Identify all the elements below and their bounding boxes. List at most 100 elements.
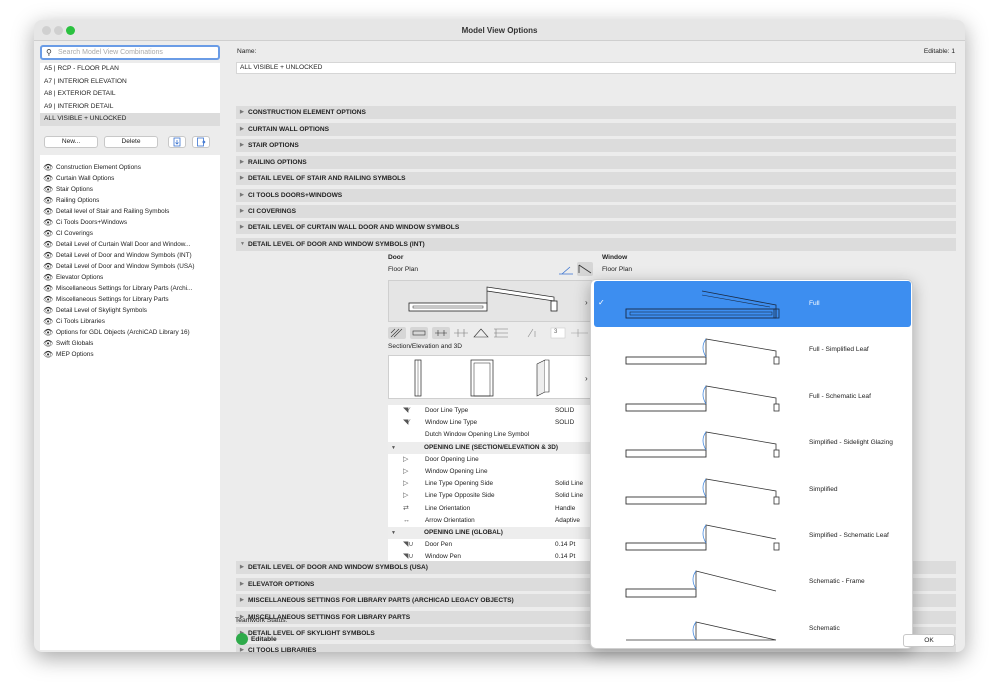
section-header[interactable]: ▶ DETAIL LEVEL OF CURTAIN WALL DOOR AND W…: [236, 221, 956, 234]
section-header[interactable]: ▶ STAIR OPTIONS: [236, 139, 956, 152]
section-header[interactable]: ▶ CONSTRUCTION ELEMENT OPTIONS: [236, 106, 956, 119]
popup-menu-item[interactable]: Simplified - Schematic Leaf: [594, 513, 911, 559]
section-header[interactable]: ▶ CURTAIN WALL OPTIONS: [236, 123, 956, 136]
option-item[interactable]: 👁 Detail Level of Skylight Symbols: [40, 305, 220, 316]
option-item[interactable]: 👁 CI Coverings: [40, 228, 220, 239]
popup-menu-item[interactable]: Schematic: [594, 606, 911, 648]
export-button[interactable]: [192, 136, 210, 148]
name-field[interactable]: ALL VISIBLE + UNLOCKED: [236, 62, 956, 74]
option-item[interactable]: 👁 Miscellaneous Settings for Library Part…: [40, 294, 220, 305]
search-input[interactable]: Search Model View Combinations: [58, 49, 163, 56]
eye-icon[interactable]: 👁: [43, 239, 53, 250]
eye-icon[interactable]: 👁: [43, 283, 53, 294]
popup-menu-item[interactable]: ✓ Full: [594, 281, 911, 327]
new-button[interactable]: New...: [44, 136, 98, 148]
section-header[interactable]: ▶ CI TOOLS DOORS+WINDOWS: [236, 189, 956, 202]
option-item[interactable]: 👁 Railing Options: [40, 195, 220, 206]
property-row[interactable]: ◥∪ Door Pen 0.14 Pt: [388, 539, 592, 551]
property-row[interactable]: Dutch Window Opening Line Symbol: [388, 429, 592, 441]
property-row[interactable]: ▷ Line Type Opening Side Solid Line: [388, 478, 592, 490]
window-title: Model View Options: [461, 26, 538, 35]
eye-icon[interactable]: 👁: [43, 184, 53, 195]
property-value[interactable]: SOLID: [555, 417, 574, 429]
eye-icon[interactable]: 👁: [43, 338, 53, 349]
option-item[interactable]: 👁 Stair Options: [40, 184, 220, 195]
option-item[interactable]: 👁 Detail Level of Door and Window Symbols…: [40, 261, 220, 272]
disclosure-icon: ▶: [240, 175, 244, 181]
door-plan-symbol-icon[interactable]: [558, 264, 574, 278]
combination-item[interactable]: A5 | RCP - FLOOR PLAN: [40, 63, 220, 76]
option-item[interactable]: 👁 Ci Tools Doors+Windows: [40, 217, 220, 228]
popup-menu-item[interactable]: Full - Simplified Leaf: [594, 327, 911, 373]
popup-item-label: Full: [809, 300, 820, 307]
property-row[interactable]: ▷ Window Opening Line: [388, 466, 592, 478]
door-count-field[interactable]: 3: [554, 329, 557, 335]
eye-icon[interactable]: 👁: [43, 228, 53, 239]
combination-item[interactable]: A7 | INTERIOR ELEVATION: [40, 76, 220, 89]
collapse-icon[interactable]: ▼: [391, 527, 396, 539]
eye-icon[interactable]: 👁: [43, 327, 53, 338]
property-row[interactable]: ◥∕ Door Line Type SOLID: [388, 405, 592, 417]
property-row[interactable]: ↔ Arrow Orientation Adaptive: [388, 515, 592, 527]
popup-menu-item[interactable]: Simplified: [594, 467, 911, 513]
eye-icon[interactable]: 👁: [43, 162, 53, 173]
eye-icon[interactable]: 👁: [43, 349, 53, 360]
property-value[interactable]: Solid Line: [555, 478, 583, 490]
property-value[interactable]: Handle: [555, 503, 575, 515]
eye-icon[interactable]: 👁: [43, 206, 53, 217]
option-item[interactable]: 👁 Options for GDL Objects (ArchiCAD Libra…: [40, 327, 220, 338]
eye-icon[interactable]: 👁: [43, 261, 53, 272]
eye-icon[interactable]: 👁: [43, 294, 53, 305]
combination-item-selected[interactable]: ALL VISIBLE + UNLOCKED: [40, 113, 220, 126]
option-item[interactable]: 👁 Detail Level of Door and Window Symbols…: [40, 250, 220, 261]
section-header[interactable]: ▶ RAILING OPTIONS: [236, 156, 956, 169]
popup-menu-item[interactable]: Schematic - Frame: [594, 559, 911, 605]
property-group-row[interactable]: ▼ OPENING LINE (SECTION/ELEVATION & 3D): [388, 441, 592, 454]
option-item[interactable]: 👁 Construction Element Options: [40, 162, 220, 173]
property-group-row[interactable]: ▼ OPENING LINE (GLOBAL): [388, 526, 592, 540]
section-header[interactable]: ▼ DETAIL LEVEL OF DOOR AND WINDOW SYMBOLS…: [236, 238, 956, 251]
door-plan-symbol-selected-icon[interactable]: [577, 262, 593, 276]
combination-item[interactable]: A9 | INTERIOR DETAIL: [40, 101, 220, 114]
option-item[interactable]: 👁 MEP Options: [40, 349, 220, 360]
option-item[interactable]: 👁 Detail level of Stair and Railing Symbo…: [40, 206, 220, 217]
property-value[interactable]: Adaptive: [555, 515, 580, 527]
popup-menu-item[interactable]: Simplified - Sidelight Glazing: [594, 420, 911, 466]
eye-icon[interactable]: 👁: [43, 272, 53, 283]
popup-menu-item[interactable]: Full - Schematic Leaf: [594, 374, 911, 420]
eye-icon[interactable]: 👁: [43, 250, 53, 261]
eye-icon[interactable]: 👁: [43, 173, 53, 184]
svg-text:›: ›: [585, 374, 588, 383]
property-row[interactable]: ◥∕ Window Line Type SOLID: [388, 417, 592, 429]
property-value[interactable]: 0.14 Pt: [555, 539, 575, 551]
eye-icon[interactable]: 👁: [43, 305, 53, 316]
door-section-label: Section/Elevation and 3D: [388, 343, 463, 350]
section-header[interactable]: ▶ CI COVERINGS: [236, 205, 956, 218]
popup-item-label: Simplified: [809, 485, 838, 493]
option-item[interactable]: 👁 Miscellaneous Settings for Library Part…: [40, 283, 220, 294]
property-row[interactable]: ▷ Door Opening Line: [388, 454, 592, 466]
door-floor-plan-preview[interactable]: ›: [388, 280, 592, 322]
collapse-icon[interactable]: ▼: [391, 442, 396, 454]
section-header[interactable]: ▶ DETAIL LEVEL OF STAIR AND RAILING SYMBO…: [236, 172, 956, 185]
search-field[interactable]: ⚲ Search Model View Combinations: [40, 45, 220, 60]
option-item[interactable]: 👁 Swift Globals: [40, 338, 220, 349]
property-value[interactable]: Solid Line: [555, 490, 583, 502]
property-row[interactable]: ▷ Line Type Opposite Side Solid Line: [388, 490, 592, 502]
option-item[interactable]: 👁 Detail Level of Curtain Wall Door and W…: [40, 239, 220, 250]
property-row[interactable]: ⇄ Line Orientation Handle: [388, 503, 592, 515]
combination-item[interactable]: A8 | EXTERIOR DETAIL: [40, 88, 220, 101]
option-item[interactable]: 👁 Curtain Wall Options: [40, 173, 220, 184]
eye-icon[interactable]: 👁: [43, 217, 53, 228]
door-symbol-preview-icon: [625, 570, 777, 598]
option-item[interactable]: 👁 Elevator Options: [40, 272, 220, 283]
property-value[interactable]: SOLID: [555, 405, 574, 417]
ok-button[interactable]: OK: [903, 634, 955, 647]
eye-icon[interactable]: 👁: [43, 316, 53, 327]
door-section-preview[interactable]: ›: [388, 355, 592, 399]
delete-button[interactable]: Delete: [104, 136, 158, 148]
eye-icon[interactable]: 👁: [43, 195, 53, 206]
option-item[interactable]: 👁 Ci Tools Libraries: [40, 316, 220, 327]
import-button[interactable]: [168, 136, 186, 148]
section-title: CONSTRUCTION ELEMENT OPTIONS: [248, 109, 366, 116]
